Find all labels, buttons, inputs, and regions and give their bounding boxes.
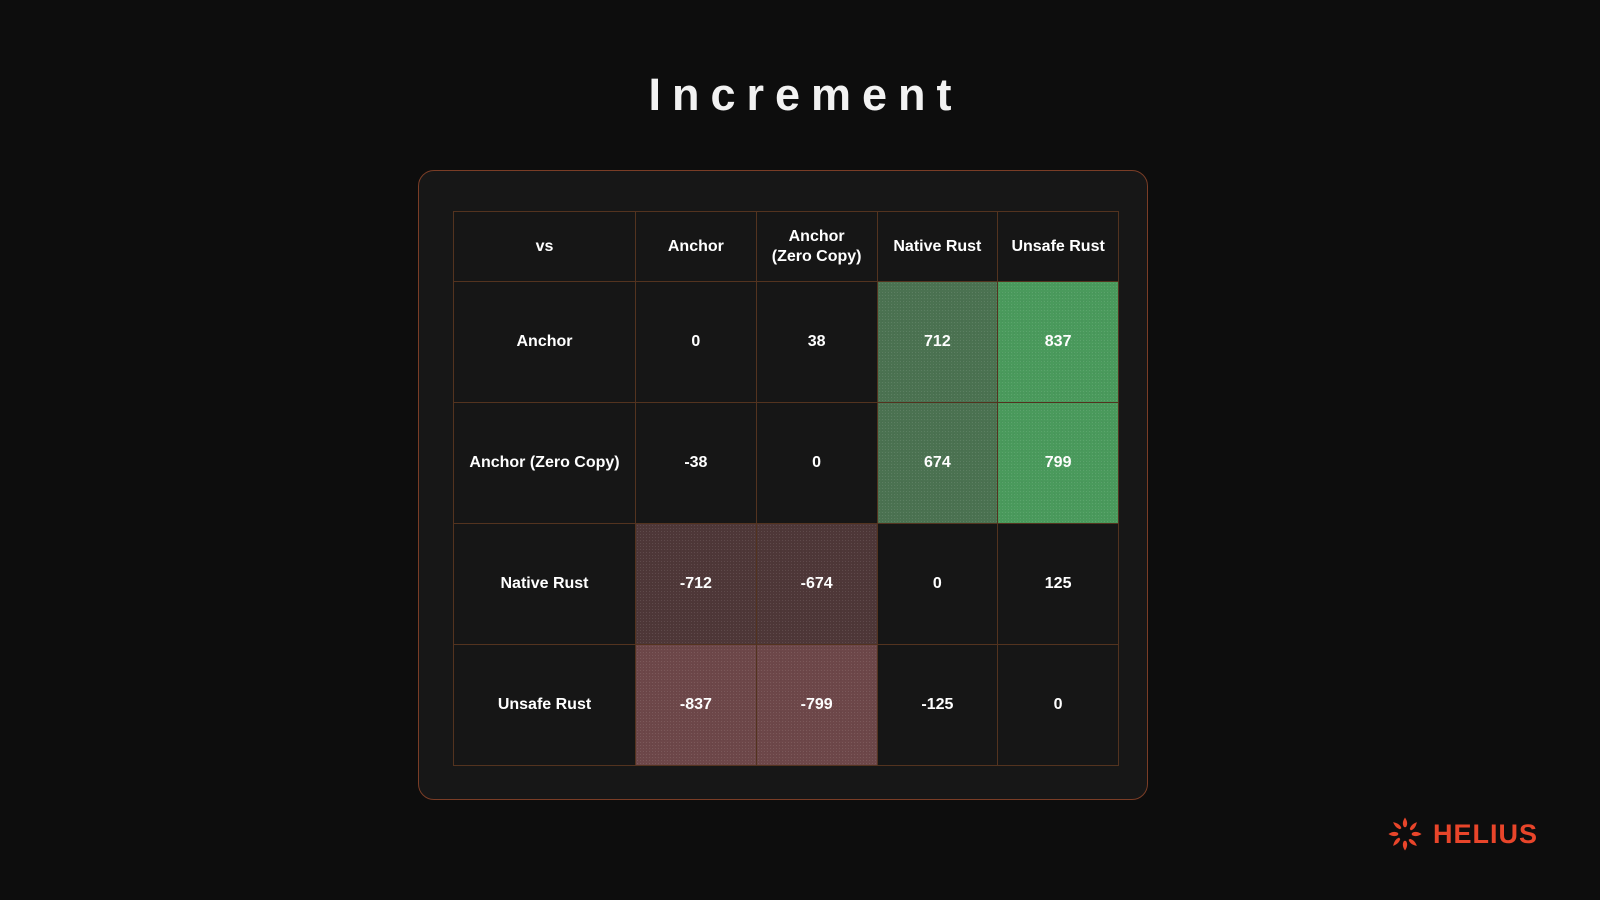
cell-anchorzerocopy-anchorzerocopy: 0 <box>755 402 878 524</box>
cell-anchorzerocopy-anchor: -38 <box>635 402 757 524</box>
helius-sun-icon <box>1387 816 1423 852</box>
cell-nativerust-anchor: -712 <box>635 523 757 645</box>
table-header: vs Anchor Anchor (Zero Copy) Native Rust… <box>453 211 1119 282</box>
cell-anchor-anchorzerocopy: 38 <box>755 281 878 403</box>
cell-anchorzerocopy-unsaferust: 799 <box>997 402 1119 524</box>
row-label-unsafe-rust: Unsafe Rust <box>453 644 636 766</box>
header-cell-anchor: Anchor <box>635 211 757 282</box>
table-row: Native Rust -712 -674 0 125 <box>453 523 1119 645</box>
comparison-matrix-card: vs Anchor Anchor (Zero Copy) Native Rust… <box>418 170 1148 800</box>
header-cell-anchor-zero-copy: Anchor (Zero Copy) <box>755 211 878 282</box>
cell-anchorzerocopy-nativerust: 674 <box>876 402 999 524</box>
helius-logo: HELIUS <box>1387 816 1538 852</box>
helius-wordmark: HELIUS <box>1432 818 1538 849</box>
row-label-native-rust: Native Rust <box>453 523 636 645</box>
cell-unsaferust-anchor: -837 <box>635 644 757 766</box>
slide-root: Increment vs Anchor Anchor (Zero Copy) N… <box>0 0 1600 900</box>
table-row: Anchor (Zero Copy) -38 0 674 799 <box>453 402 1119 524</box>
cell-nativerust-unsaferust: 125 <box>997 523 1119 645</box>
cell-nativerust-nativerust: 0 <box>876 523 999 645</box>
header-line-2: (Zero Copy) <box>771 247 862 265</box>
header-row: vs Anchor Anchor (Zero Copy) Native Rust… <box>453 211 1119 282</box>
page-title: Increment <box>648 69 963 120</box>
cell-unsaferust-anchorzerocopy: -799 <box>755 644 878 766</box>
cell-anchor-nativerust: 712 <box>876 281 999 403</box>
table-row: Anchor 0 38 712 837 <box>453 281 1119 403</box>
table-row: Unsafe Rust -837 -799 -125 0 <box>453 644 1119 766</box>
cell-anchor-anchor: 0 <box>635 281 757 403</box>
header-cell-corner: vs <box>453 211 636 282</box>
row-label-anchor-zero-copy: Anchor (Zero Copy) <box>453 402 636 524</box>
header-cell-native-rust: Native Rust <box>876 211 999 282</box>
cell-unsaferust-unsaferust: 0 <box>997 644 1119 766</box>
row-label-anchor: Anchor <box>453 281 636 403</box>
cell-nativerust-anchorzerocopy: -674 <box>755 523 878 645</box>
comparison-matrix-table: vs Anchor Anchor (Zero Copy) Native Rust… <box>453 211 1119 766</box>
header-cell-unsafe-rust: Unsafe Rust <box>997 211 1119 282</box>
header-line-1: Anchor <box>788 227 845 245</box>
table-body: Anchor 0 38 712 837 Anchor (Zero Copy) -… <box>453 281 1119 766</box>
cell-anchor-unsaferust: 837 <box>997 281 1119 403</box>
cell-unsaferust-nativerust: -125 <box>876 644 999 766</box>
